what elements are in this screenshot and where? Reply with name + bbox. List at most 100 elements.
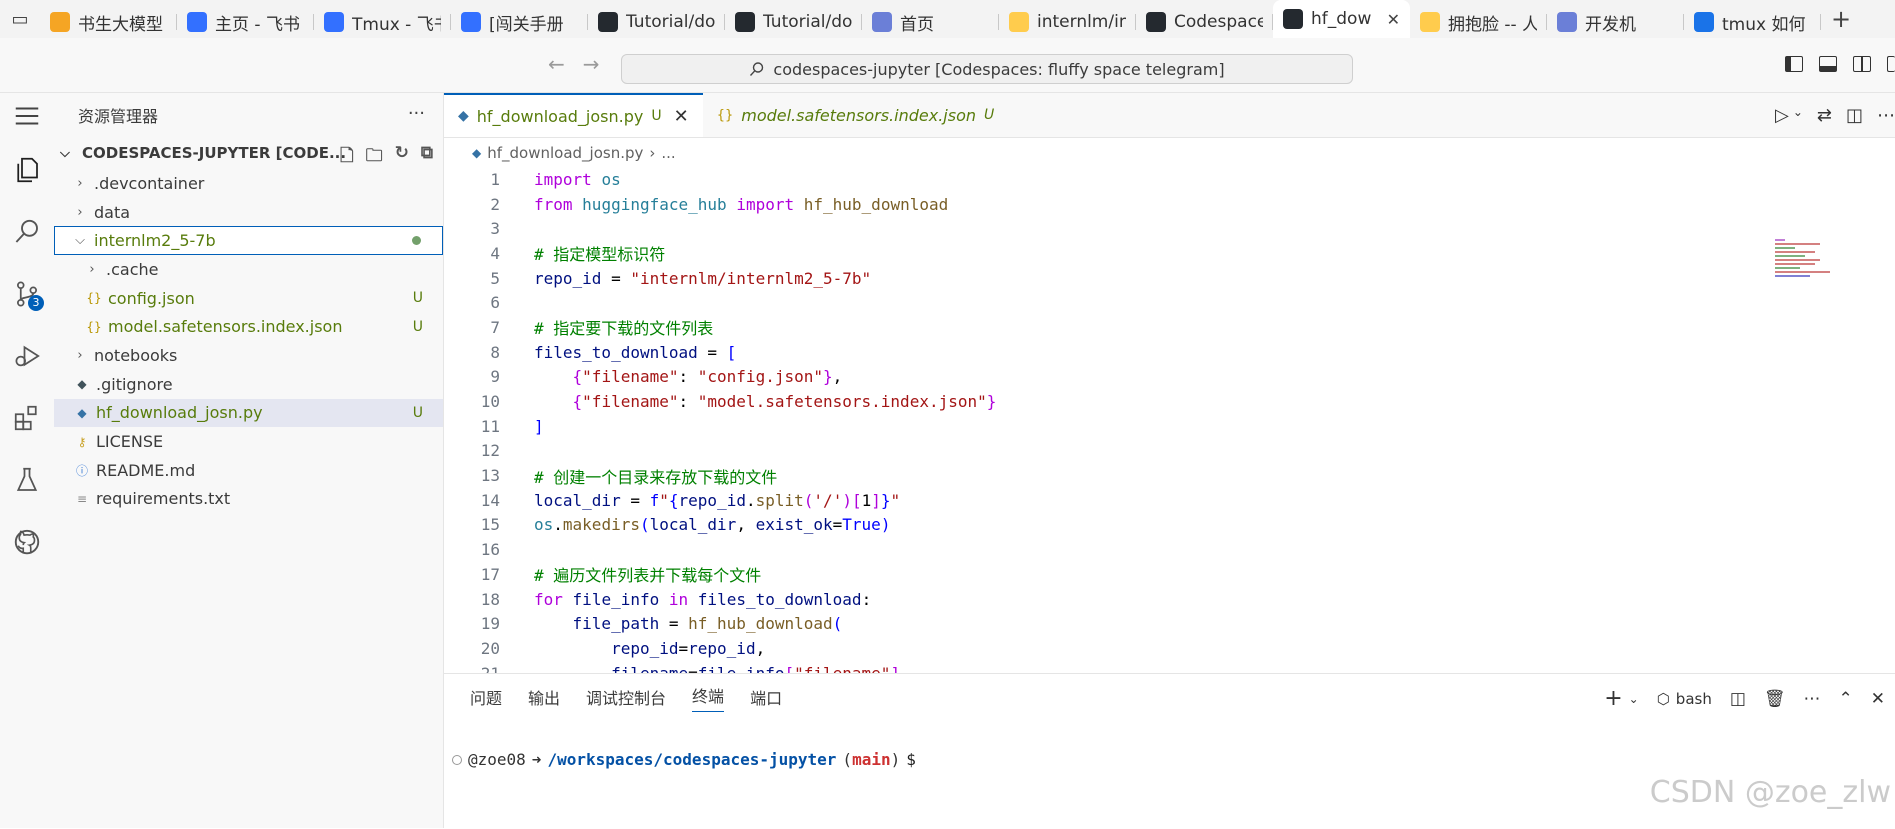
code-token: "model.safetensors.index.json": [697, 392, 987, 412]
source-control-icon[interactable]: 3: [0, 263, 54, 325]
tree-item[interactable]: › notebooks: [54, 341, 443, 370]
editor-tab[interactable]: {} model.safetensors.index.json U: [703, 93, 995, 137]
compare-changes-icon[interactable]: ⇄: [1817, 105, 1832, 126]
code-line: 4 # 指定模型标识符: [444, 241, 1895, 266]
breadcrumb-symbol[interactable]: ...: [661, 144, 675, 162]
extensions-icon[interactable]: [0, 387, 54, 449]
tree-item[interactable]: ◆ .gitignore: [54, 370, 443, 399]
new-terminal-icon[interactable]: +: [1604, 686, 1622, 711]
browser-tab[interactable]: 开发机: [1547, 6, 1684, 38]
tree-item-label: requirements.txt: [96, 489, 231, 509]
browser-tab[interactable]: 拥抱脸 -- 人: [1410, 6, 1547, 38]
browser-tab[interactable]: Tutorial/do: [725, 6, 862, 38]
menu-icon[interactable]: [0, 93, 54, 139]
run-debug-icon[interactable]: [0, 325, 54, 387]
split-terminal-icon[interactable]: ◫: [1730, 689, 1746, 709]
terminal-profile[interactable]: ⬡ bash: [1657, 690, 1712, 708]
code-line: 12: [444, 439, 1895, 464]
vscode-title-bar: ← → codespaces-jupyter [Codespaces: fluf…: [0, 38, 1895, 93]
refresh-icon[interactable]: ↻: [395, 143, 409, 172]
command-center[interactable]: codespaces-jupyter [Codespaces: fluffy s…: [621, 54, 1353, 84]
browser-tab[interactable]: tmux 如何: [1684, 6, 1821, 38]
tree-item[interactable]: › data: [54, 198, 443, 227]
explorer-actions: 🗋 🗀 ↻ ⧉: [340, 143, 433, 172]
workspace-root[interactable]: ⌵ CODESPACES-JUPYTER [CODE... 🗋 🗀 ↻ ⧉: [54, 137, 443, 169]
code-token: [: [726, 342, 737, 362]
tree-item[interactable]: › .cache: [54, 255, 443, 284]
toggle-panel-icon[interactable]: [1819, 56, 1837, 72]
collapse-all-icon[interactable]: ⧉: [421, 143, 433, 172]
more-actions-icon[interactable]: ⋯: [1804, 689, 1821, 709]
tree-item[interactable]: {} model.safetensors.index.json U: [54, 312, 443, 341]
tree-item[interactable]: › .devcontainer: [54, 169, 443, 198]
code-token: file_info: [572, 589, 660, 609]
code-token: ": [890, 490, 901, 510]
browser-tab[interactable]: Tutorial/do: [588, 6, 725, 38]
tree-item[interactable]: ⚷ LICENSE: [54, 427, 443, 456]
trash-icon[interactable]: 🗑: [1764, 689, 1786, 709]
hf-icon: [1420, 12, 1440, 32]
minimap[interactable]: [1775, 239, 1855, 299]
browser-tabs: 书生大模型 主页 - 飞书 Tmux - 飞书 [闯关手册 Tutorial/do Tut…: [40, 0, 1821, 38]
editor-tab-active[interactable]: ◆ hf_download_josn.py U ✕: [444, 93, 703, 137]
browser-tab[interactable]: Codespace: [1136, 6, 1273, 38]
run-file-icon[interactable]: ▷: [1775, 105, 1789, 126]
code-token: }: [823, 367, 833, 387]
browser-tab[interactable]: 首页: [862, 6, 999, 38]
close-icon[interactable]: ✕: [674, 106, 689, 127]
tab-ports[interactable]: 端口: [750, 685, 782, 709]
orange-bolt-icon: [50, 12, 70, 32]
browser-tab[interactable]: hf_dow ✕: [1273, 0, 1410, 38]
close-panel-icon[interactable]: ✕: [1871, 689, 1885, 709]
tree-item-label: notebooks: [94, 345, 178, 365]
forward-arrow-icon[interactable]: →: [583, 52, 600, 76]
tree-item-label: .cache: [106, 259, 159, 279]
tree-item[interactable]: ⓘ README.md: [54, 456, 443, 485]
browser-tab[interactable]: Tmux - 飞书: [314, 6, 451, 38]
explorer-icon[interactable]: [0, 139, 54, 201]
tab-problems[interactable]: 问题: [470, 685, 502, 709]
chevron-down-icon[interactable]: ⌄: [1793, 105, 1803, 126]
new-tab-button[interactable]: +: [1821, 5, 1861, 33]
browser-tab[interactable]: internlm/in: [999, 6, 1136, 38]
new-folder-icon[interactable]: 🗀: [366, 143, 383, 172]
tree-item[interactable]: ⌵ internlm2_5-7b: [54, 226, 443, 256]
tab-terminal[interactable]: 终端: [692, 683, 725, 712]
license-file-icon: ⚷: [77, 434, 87, 449]
toggle-primary-sidebar-icon[interactable]: [1785, 56, 1803, 72]
more-actions-icon[interactable]: ⋯: [1877, 105, 1895, 126]
line-number: 3: [490, 219, 500, 239]
chevron-down-icon[interactable]: ⌄: [1629, 692, 1639, 706]
close-tab-icon[interactable]: ✕: [1387, 10, 1400, 29]
tab-output[interactable]: 输出: [528, 685, 560, 709]
code-token: {: [572, 367, 583, 387]
new-file-icon[interactable]: 🗋: [340, 143, 354, 172]
line-number: 12: [480, 441, 500, 461]
code-token: exist_ok: [755, 515, 833, 535]
browser-tab[interactable]: 主页 - 飞书: [177, 6, 314, 38]
breadcrumb-file[interactable]: hf_download_josn.py: [487, 144, 643, 162]
code-token: huggingface_hub: [582, 194, 727, 214]
maximize-panel-icon[interactable]: ⌃: [1839, 689, 1853, 709]
tree-item[interactable]: ≡ requirements.txt: [54, 485, 443, 514]
toggle-secondary-sidebar-icon[interactable]: [1853, 56, 1871, 72]
browser-tab-title: Codespace: [1174, 12, 1263, 32]
terminal-prompt[interactable]: @zoe08 ➜ /workspaces/codespaces-jupyter …: [452, 750, 916, 769]
more-actions-icon[interactable]: ···: [408, 103, 425, 124]
browser-tab[interactable]: 书生大模型: [40, 6, 177, 38]
code-token: filename: [611, 664, 688, 673]
back-arrow-icon[interactable]: ←: [548, 52, 565, 76]
tab-debug-console[interactable]: 调试控制台: [586, 685, 666, 709]
code-area[interactable]: 1 import os 2 from huggingface_hub import h…: [444, 167, 1895, 673]
testing-icon[interactable]: [0, 449, 54, 511]
customize-layout-icon[interactable]: [1887, 56, 1895, 72]
code-line: 14 local_dir = f "{repo_id. split('/')[1]} ": [444, 488, 1895, 513]
github-icon[interactable]: [0, 511, 54, 573]
search-icon[interactable]: [0, 201, 54, 263]
browser-tab[interactable]: [闯关手册: [451, 6, 588, 38]
doc-icon: [324, 12, 344, 32]
tree-item[interactable]: {} config.json U: [54, 284, 443, 313]
tab-actions-menu-icon[interactable]: ▭: [0, 0, 40, 38]
tree-item[interactable]: ◆ hf_download_josn.py U: [54, 398, 443, 428]
split-editor-icon[interactable]: ◫: [1846, 105, 1863, 126]
